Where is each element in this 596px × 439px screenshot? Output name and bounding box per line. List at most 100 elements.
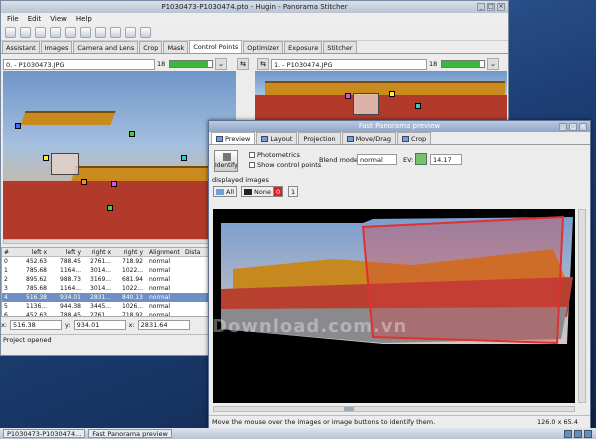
taskbar: P1030473-P1030474... Fast Panorama previ… xyxy=(0,428,596,439)
menu-file[interactable]: File xyxy=(7,13,19,25)
menubar: File Edit View Help xyxy=(1,13,508,25)
identify-button[interactable]: Identify xyxy=(214,150,238,172)
preview-close-icon[interactable]: × xyxy=(579,123,587,131)
table-row[interactable]: 2 895.62 988.73 3169... 681.94 normal xyxy=(2,275,212,284)
table-cell: 452.63 xyxy=(26,258,47,265)
minimize-icon[interactable]: _ xyxy=(477,3,485,11)
table-row[interactable]: 6 452.63 788.45 2761... 718.92 normal xyxy=(2,311,212,317)
tab-stitcher[interactable]: Stitcher xyxy=(323,41,357,53)
ev-auto-icon[interactable] xyxy=(415,153,427,165)
panorama-preview xyxy=(221,215,573,345)
control-point-marker[interactable] xyxy=(15,123,21,129)
tab-move-drag[interactable]: Move/Drag xyxy=(341,132,396,144)
prev-image-icon[interactable]: ⇆ xyxy=(237,58,249,70)
optimize-icon[interactable] xyxy=(95,27,106,38)
table-cell: 6 xyxy=(4,312,8,317)
control-point-marker[interactable] xyxy=(345,93,351,99)
menu-help[interactable]: Help xyxy=(76,13,92,25)
undo-icon[interactable] xyxy=(50,27,61,38)
right-image-view[interactable] xyxy=(255,71,507,121)
control-point-marker[interactable] xyxy=(129,131,135,137)
next-image-icon[interactable]: ⇆ xyxy=(257,58,269,70)
redo-icon[interactable] xyxy=(65,27,76,38)
table-row[interactable]: 1 785.68 1164... 3014... 1022... normal xyxy=(2,266,212,275)
show-cp-checkbox[interactable]: Show control points xyxy=(249,161,321,169)
tab-optimizer[interactable]: Optimizer xyxy=(243,41,284,53)
col-index[interactable]: # xyxy=(2,248,11,256)
close-icon[interactable]: × xyxy=(497,3,505,11)
taskbar-item-hugin[interactable]: P1030473-P1030474... xyxy=(3,429,86,438)
photometrics-checkbox[interactable]: Photometrics xyxy=(249,151,300,159)
ev-field[interactable]: 14.17 xyxy=(430,154,462,165)
new-project-icon[interactable] xyxy=(5,27,16,38)
col-alignment[interactable]: Alignment xyxy=(143,248,185,256)
left-x-field[interactable]: 516.38 xyxy=(10,320,63,330)
tab-camera-lens[interactable]: Camera and Lens xyxy=(73,41,139,53)
table-cell: 452.63 xyxy=(26,312,47,317)
control-point-marker[interactable] xyxy=(111,181,117,187)
left-dropdown-icon[interactable]: ⌄ xyxy=(215,58,227,70)
table-cell: 3014... xyxy=(90,285,111,292)
add-images-icon[interactable] xyxy=(80,27,91,38)
control-point-marker[interactable] xyxy=(415,103,421,109)
table-row[interactable]: 0 452.63 788.45 2761... 718.92 normal xyxy=(2,257,212,266)
col-right-x[interactable]: right x xyxy=(81,248,111,256)
save-project-icon[interactable] xyxy=(35,27,46,38)
blend-mode-select[interactable]: normal xyxy=(357,154,397,165)
fast-preview-icon[interactable] xyxy=(125,27,136,38)
right-x-field[interactable]: 2831.64 xyxy=(137,320,190,330)
tab-images[interactable]: Images xyxy=(40,41,73,53)
maximize-icon[interactable]: □ xyxy=(487,3,495,11)
image-toggle-0[interactable]: 0 xyxy=(273,186,284,197)
control-point-marker[interactable] xyxy=(43,155,49,161)
preview-minimize-icon[interactable]: _ xyxy=(559,123,567,131)
preview-vscrollbar[interactable] xyxy=(578,209,586,403)
left-y-field[interactable]: 934.01 xyxy=(73,320,126,330)
preview-canvas[interactable] xyxy=(213,209,575,403)
left-image-scrollbar[interactable] xyxy=(3,239,236,244)
left-image-combo[interactable]: 0. - P1030473.JPG xyxy=(3,58,155,70)
tab-projection[interactable]: Projection xyxy=(298,132,341,144)
preview-titlebar[interactable]: Fast Panorama preview _ □ × xyxy=(209,121,590,132)
control-point-marker[interactable] xyxy=(389,91,395,97)
right-image-combo[interactable]: 1. - P1030474.JPG xyxy=(271,58,427,70)
tab-layout[interactable]: Layout xyxy=(256,132,298,144)
taskbar-item-preview[interactable]: Fast Panorama preview xyxy=(88,429,172,438)
main-titlebar[interactable]: P1030473-P1030474.pto - Hugin - Panorama… xyxy=(1,1,508,13)
hscroll-thumb[interactable] xyxy=(344,407,354,411)
col-right-y[interactable]: right y xyxy=(111,248,143,256)
tab-assistant[interactable]: Assistant xyxy=(2,41,40,53)
tab-crop[interactable]: Crop xyxy=(139,41,163,53)
col-left-y[interactable]: left y xyxy=(47,248,81,256)
show-all-button[interactable]: All xyxy=(213,186,238,197)
tab-preview[interactable]: Preview xyxy=(211,132,256,144)
col-left-x[interactable]: left x xyxy=(11,248,47,256)
table-row[interactable]: 5 1136... 944.38 3445... 1026... normal xyxy=(2,302,212,311)
tab-control-points[interactable]: Control Points xyxy=(189,40,243,53)
gl-preview-icon[interactable] xyxy=(140,27,151,38)
control-point-marker[interactable] xyxy=(181,155,187,161)
table-cell: 3169... xyxy=(90,276,111,283)
tray-clock-icon[interactable] xyxy=(584,429,592,438)
open-project-icon[interactable] xyxy=(20,27,31,38)
preview-maximize-icon[interactable]: □ xyxy=(569,123,577,131)
tray-network-icon[interactable] xyxy=(564,429,572,438)
tab-mask[interactable]: Mask xyxy=(163,41,189,53)
menu-edit[interactable]: Edit xyxy=(28,13,42,25)
image-toggle-1[interactable]: 1 xyxy=(288,186,299,197)
right-dropdown-icon[interactable]: ⌄ xyxy=(487,58,499,70)
col-distance[interactable]: Dista xyxy=(185,248,205,256)
menu-view[interactable]: View xyxy=(50,13,67,25)
tab-exposure[interactable]: Exposure xyxy=(284,41,323,53)
tab-crop-preview[interactable]: Crop xyxy=(397,132,432,144)
table-row[interactable]: 3 785.68 1164... 3014... 1022... normal xyxy=(2,284,212,293)
control-point-marker[interactable] xyxy=(107,205,113,211)
show-none-button[interactable]: None xyxy=(241,186,274,197)
table-row[interactable]: 4 516.38 934.01 2831... 840.13 normal xyxy=(2,293,212,302)
left-image-view[interactable] xyxy=(3,71,236,239)
preview-panorama-icon[interactable] xyxy=(110,27,121,38)
tray-volume-icon[interactable] xyxy=(574,429,582,438)
none-label: None xyxy=(254,187,271,196)
preview-hscrollbar[interactable] xyxy=(213,406,575,412)
control-point-marker[interactable] xyxy=(81,179,87,185)
